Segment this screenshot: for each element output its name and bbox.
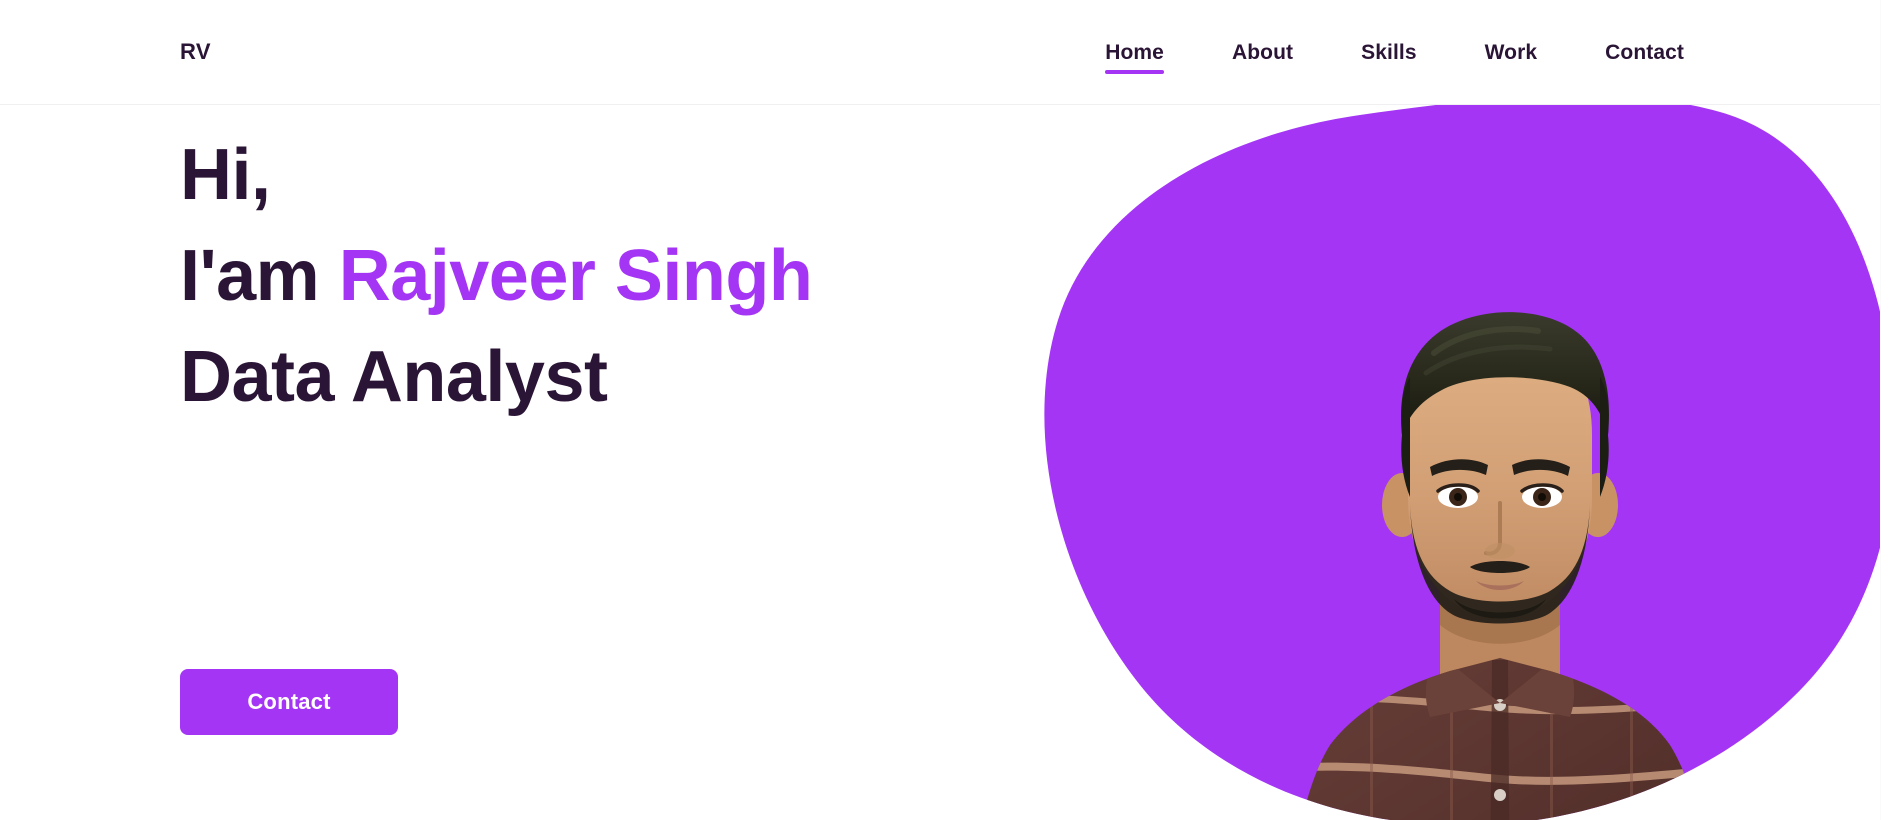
contact-cta-button[interactable]: Contact: [180, 669, 398, 735]
hero-line-greeting: Hi,: [180, 135, 271, 215]
hero-copy: Hi, I'am Rajveer Singh Data Analyst: [180, 125, 1080, 427]
hero-person-name: Rajveer Singh: [338, 235, 813, 316]
nav-label-home: Home: [1105, 40, 1164, 64]
nav-label-work: Work: [1484, 40, 1538, 64]
brand-logo[interactable]: RV: [180, 41, 211, 63]
nav-item-about[interactable]: About: [1198, 0, 1327, 105]
hero-line-role: Data Analyst: [180, 336, 608, 417]
contact-cta-label: Contact: [247, 689, 331, 714]
nav-item-skills[interactable]: Skills: [1327, 0, 1450, 105]
nav-label-contact: Contact: [1605, 40, 1684, 64]
hero-figure: [1030, 105, 1897, 820]
page-root: RV Home About Skills Work Contact Hi, I'…: [0, 0, 1897, 820]
hero-section: Hi, I'am Rajveer Singh Data Analyst Cont…: [0, 105, 1894, 820]
nav-item-home[interactable]: Home: [1071, 0, 1198, 105]
hero-line-name: I'am Rajveer Singh: [180, 226, 1080, 327]
hero-intro-prefix: I'am: [180, 235, 339, 316]
nav-active-underline: [1105, 70, 1164, 74]
main-navigation: Home About Skills Work Contact: [1071, 0, 1718, 105]
hero-heading: Hi, I'am Rajveer Singh Data Analyst: [180, 125, 1080, 427]
site-header: RV Home About Skills Work Contact: [0, 0, 1880, 105]
nav-label-skills: Skills: [1361, 40, 1417, 64]
nav-item-work[interactable]: Work: [1451, 0, 1572, 105]
nav-label-about: About: [1231, 40, 1294, 64]
nav-item-contact[interactable]: Contact: [1571, 0, 1718, 105]
portrait-photo: [1288, 312, 1714, 820]
scrollbar-gutter[interactable]: [1880, 0, 1897, 820]
